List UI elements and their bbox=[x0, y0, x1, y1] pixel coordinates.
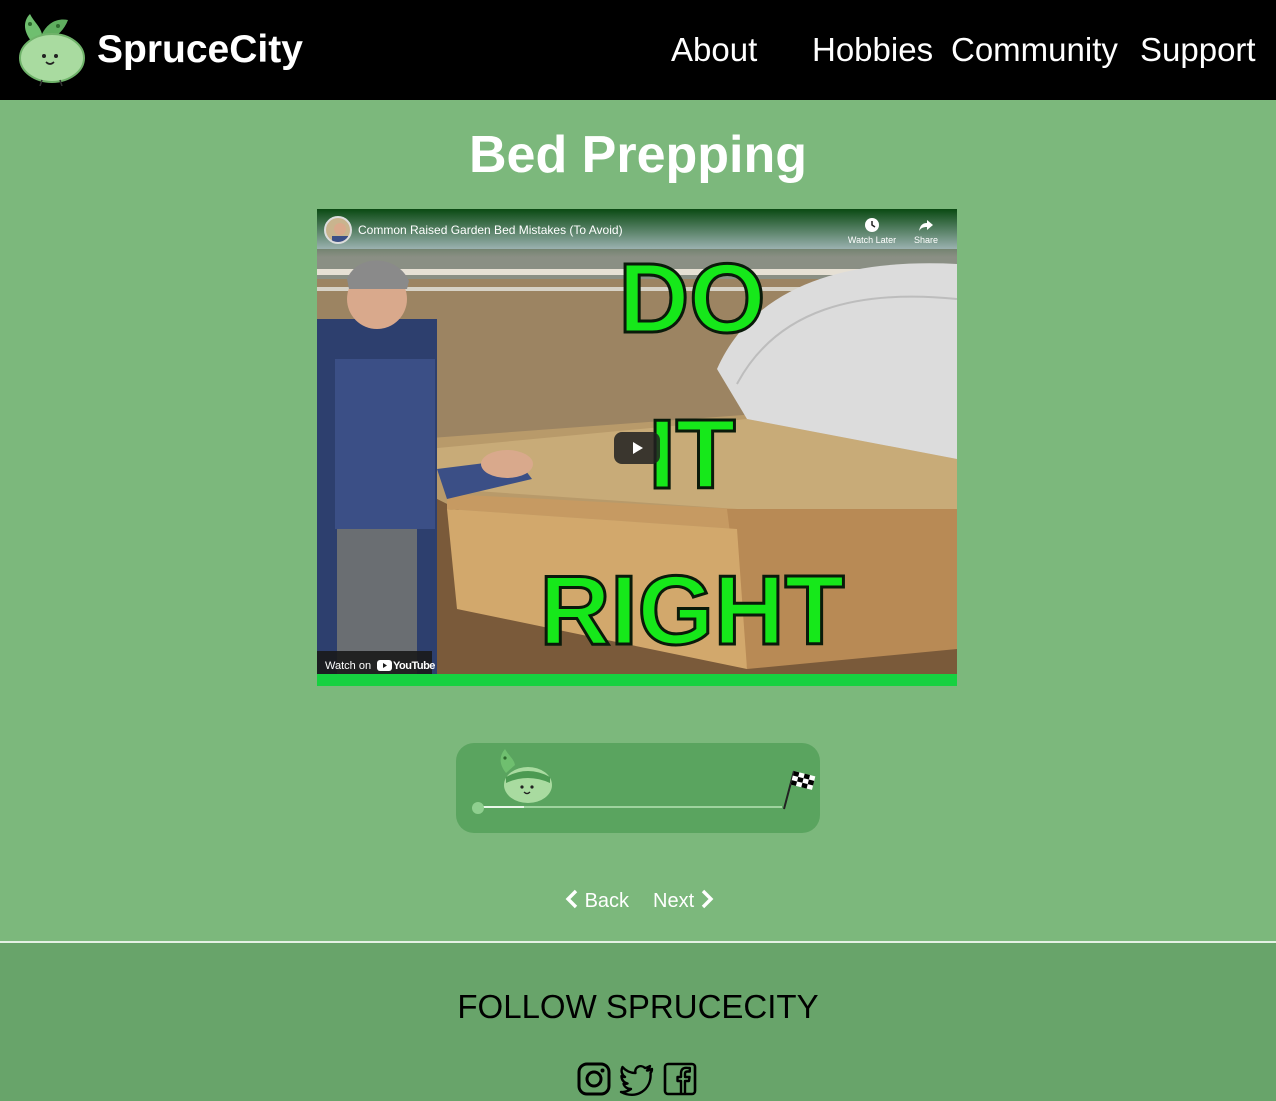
watch-later-button[interactable]: Watch Later bbox=[842, 217, 902, 245]
youtube-wordmark: YouTube bbox=[393, 660, 435, 672]
instagram-icon[interactable] bbox=[576, 1061, 612, 1097]
share-label: Share bbox=[913, 235, 939, 245]
youtube-icon bbox=[377, 660, 392, 671]
next-button[interactable]: Next bbox=[653, 888, 714, 914]
brand-name[interactable]: SpruceCity bbox=[97, 28, 303, 72]
share-button[interactable]: Share bbox=[896, 217, 956, 245]
page-title: Bed Prepping bbox=[468, 126, 808, 184]
progress-tracker bbox=[456, 743, 820, 833]
video-title[interactable]: Common Raised Garden Bed Mistakes (To Av… bbox=[358, 222, 623, 238]
thumbnail-text-do: DO bbox=[617, 243, 767, 353]
watch-on-label: Watch on bbox=[325, 660, 372, 672]
twitter-icon[interactable] bbox=[619, 1061, 655, 1097]
video-bottom-bar bbox=[317, 674, 957, 686]
nav-support[interactable]: Support bbox=[1140, 30, 1256, 70]
facebook-icon[interactable] bbox=[662, 1061, 698, 1097]
chevron-right-icon bbox=[701, 889, 714, 909]
next-label: Next bbox=[653, 890, 695, 912]
share-arrow-icon bbox=[919, 220, 933, 231]
mascot-progress-icon bbox=[500, 749, 552, 803]
thumbnail-text-right: RIGHT bbox=[538, 555, 846, 665]
nav-community[interactable]: Community bbox=[951, 30, 1118, 70]
footer: FOLLOW SPRUCECITY bbox=[0, 943, 1276, 1101]
finish-flag-icon bbox=[783, 770, 816, 810]
footer-title: FOLLOW SPRUCECITY bbox=[457, 988, 819, 1025]
back-label: Back bbox=[584, 890, 630, 912]
play-button[interactable] bbox=[614, 432, 660, 464]
chevron-left-icon bbox=[565, 889, 578, 909]
watch-later-label: Watch Later bbox=[847, 235, 897, 245]
clock-icon bbox=[865, 218, 879, 232]
progress-start-dot bbox=[472, 802, 484, 814]
channel-avatar[interactable] bbox=[324, 216, 352, 244]
video-embed[interactable]: Common Raised Garden Bed Mistakes (To Av… bbox=[317, 209, 957, 686]
nav-about[interactable]: About bbox=[671, 30, 757, 70]
top-navbar: SpruceCity About Hobbies Community Suppo… bbox=[0, 0, 1276, 100]
spruce-mascot-logo[interactable] bbox=[18, 12, 86, 86]
back-button[interactable]: Back bbox=[565, 888, 629, 914]
nav-hobbies[interactable]: Hobbies bbox=[812, 30, 933, 70]
